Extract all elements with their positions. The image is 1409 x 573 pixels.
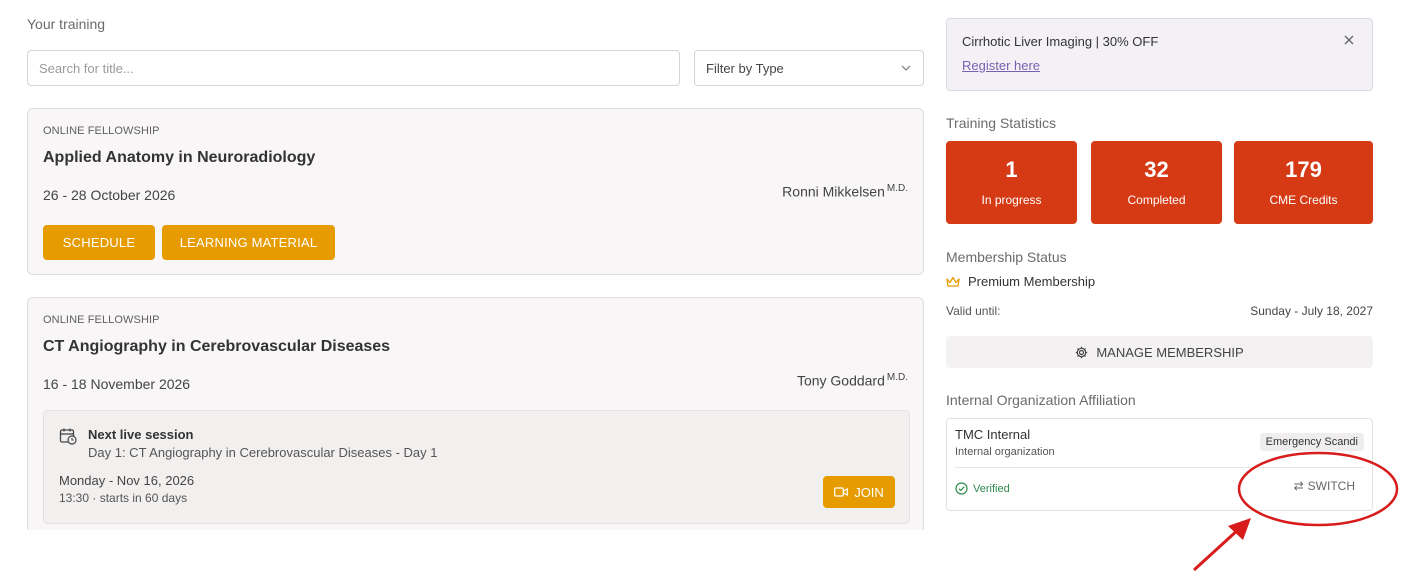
session-day: Monday - Nov 16, 2026	[59, 473, 195, 488]
organization-card: TMC Internal Internal organization Emerg…	[946, 418, 1373, 511]
promo-title: Cirrhotic Liver Imaging | 30% OFF	[962, 34, 1159, 49]
switch-label: SWITCH	[1307, 479, 1355, 493]
session-time: 13:30 · starts in 60 days	[59, 491, 188, 505]
gear-icon	[1076, 346, 1088, 358]
instructor-suffix: M.D.	[886, 183, 908, 194]
calendar-clock-icon	[59, 428, 77, 445]
course-card: ONLINE FELLOWSHIP CT Angiography in Cere…	[27, 297, 924, 530]
stat-label: In progress	[981, 193, 1042, 207]
stat-cme-credits: 179 CME Credits	[1234, 141, 1373, 224]
org-tag-badge: Emergency Scandi	[1259, 433, 1364, 451]
close-icon[interactable]	[1342, 33, 1356, 47]
join-label: JOIN	[854, 484, 884, 500]
instructor-name: Ronni Mikkelsen	[782, 183, 885, 200]
course-title: CT Angiography in Cerebrovascular Diseas…	[43, 338, 391, 355]
video-camera-icon	[834, 487, 849, 497]
divider	[955, 467, 1364, 468]
valid-until-value: Sunday - July 18, 2027	[1250, 304, 1373, 318]
training-title: Your training	[27, 16, 106, 32]
stat-label: CME Credits	[1269, 193, 1338, 207]
course-dates: 26 - 28 October 2026	[43, 187, 176, 203]
stat-value: 179	[1285, 157, 1322, 182]
stat-in-progress: 1 In progress	[946, 141, 1077, 224]
next-live-session: Next live session Day 1: CT Angiography …	[43, 410, 910, 524]
promo-banner: Cirrhotic Liver Imaging | 30% OFF Regist…	[946, 18, 1373, 91]
manage-label: MANAGE MEMBERSHIP	[1096, 344, 1244, 360]
stat-label: Completed	[1127, 193, 1186, 207]
instructor-suffix: M.D.	[886, 372, 908, 383]
course-type: ONLINE FELLOWSHIP	[43, 314, 160, 326]
verified-status: Verified	[955, 482, 1010, 495]
search-input[interactable]	[27, 50, 680, 86]
course-type: ONLINE FELLOWSHIP	[43, 125, 160, 137]
filter-type-select[interactable]: Filter by Type	[694, 50, 924, 86]
chevron-down-icon	[901, 65, 911, 71]
filter-label: Filter by Type	[706, 60, 784, 76]
manage-membership-button[interactable]: MANAGE MEMBERSHIP	[946, 336, 1373, 368]
stat-value: 1	[1005, 157, 1018, 182]
training-column: Your training Filter by Type ONLINE FELL…	[27, 0, 924, 530]
instructor-name: Tony Goddard	[796, 372, 885, 389]
membership-title: Membership Status	[946, 249, 1067, 265]
check-circle-icon	[955, 482, 968, 495]
verified-label: Verified	[973, 482, 1010, 495]
org-type: Internal organization	[955, 446, 1055, 458]
stat-value: 32	[1144, 157, 1169, 182]
learning-material-button[interactable]: LEARNING MATERIAL	[162, 225, 335, 260]
course-instructor: Ronni Mikkelsen M.D.	[782, 183, 908, 200]
schedule-button[interactable]: SCHEDULE	[43, 225, 155, 260]
session-label: Next live session	[88, 427, 194, 442]
valid-until-label: Valid until:	[946, 304, 1001, 318]
join-button[interactable]: JOIN	[823, 476, 895, 508]
swap-arrows-icon: ⇄	[1293, 479, 1304, 493]
membership-type: Premium Membership	[968, 274, 1096, 289]
course-dates: 16 - 18 November 2026	[43, 376, 191, 392]
course-instructor: Tony Goddard M.D.	[797, 372, 908, 389]
switch-button[interactable]: ⇄ SWITCH	[1294, 479, 1355, 493]
stats-title: Training Statistics	[946, 115, 1056, 131]
sidebar-column: Cirrhotic Liver Imaging | 30% OFF Regist…	[946, 0, 1373, 573]
course-title: Applied Anatomy in Neuroradiology	[43, 149, 316, 166]
affiliation-title: Internal Organization Affiliation	[946, 392, 1136, 408]
crown-icon	[946, 276, 960, 287]
stat-completed: 32 Completed	[1091, 141, 1222, 224]
org-name: TMC Internal	[955, 427, 1031, 442]
course-card: ONLINE FELLOWSHIP Applied Anatomy in Neu…	[27, 108, 924, 275]
register-link[interactable]: Register here	[962, 58, 1040, 73]
session-name: Day 1: CT Angiography in Cerebrovascular…	[88, 445, 438, 460]
